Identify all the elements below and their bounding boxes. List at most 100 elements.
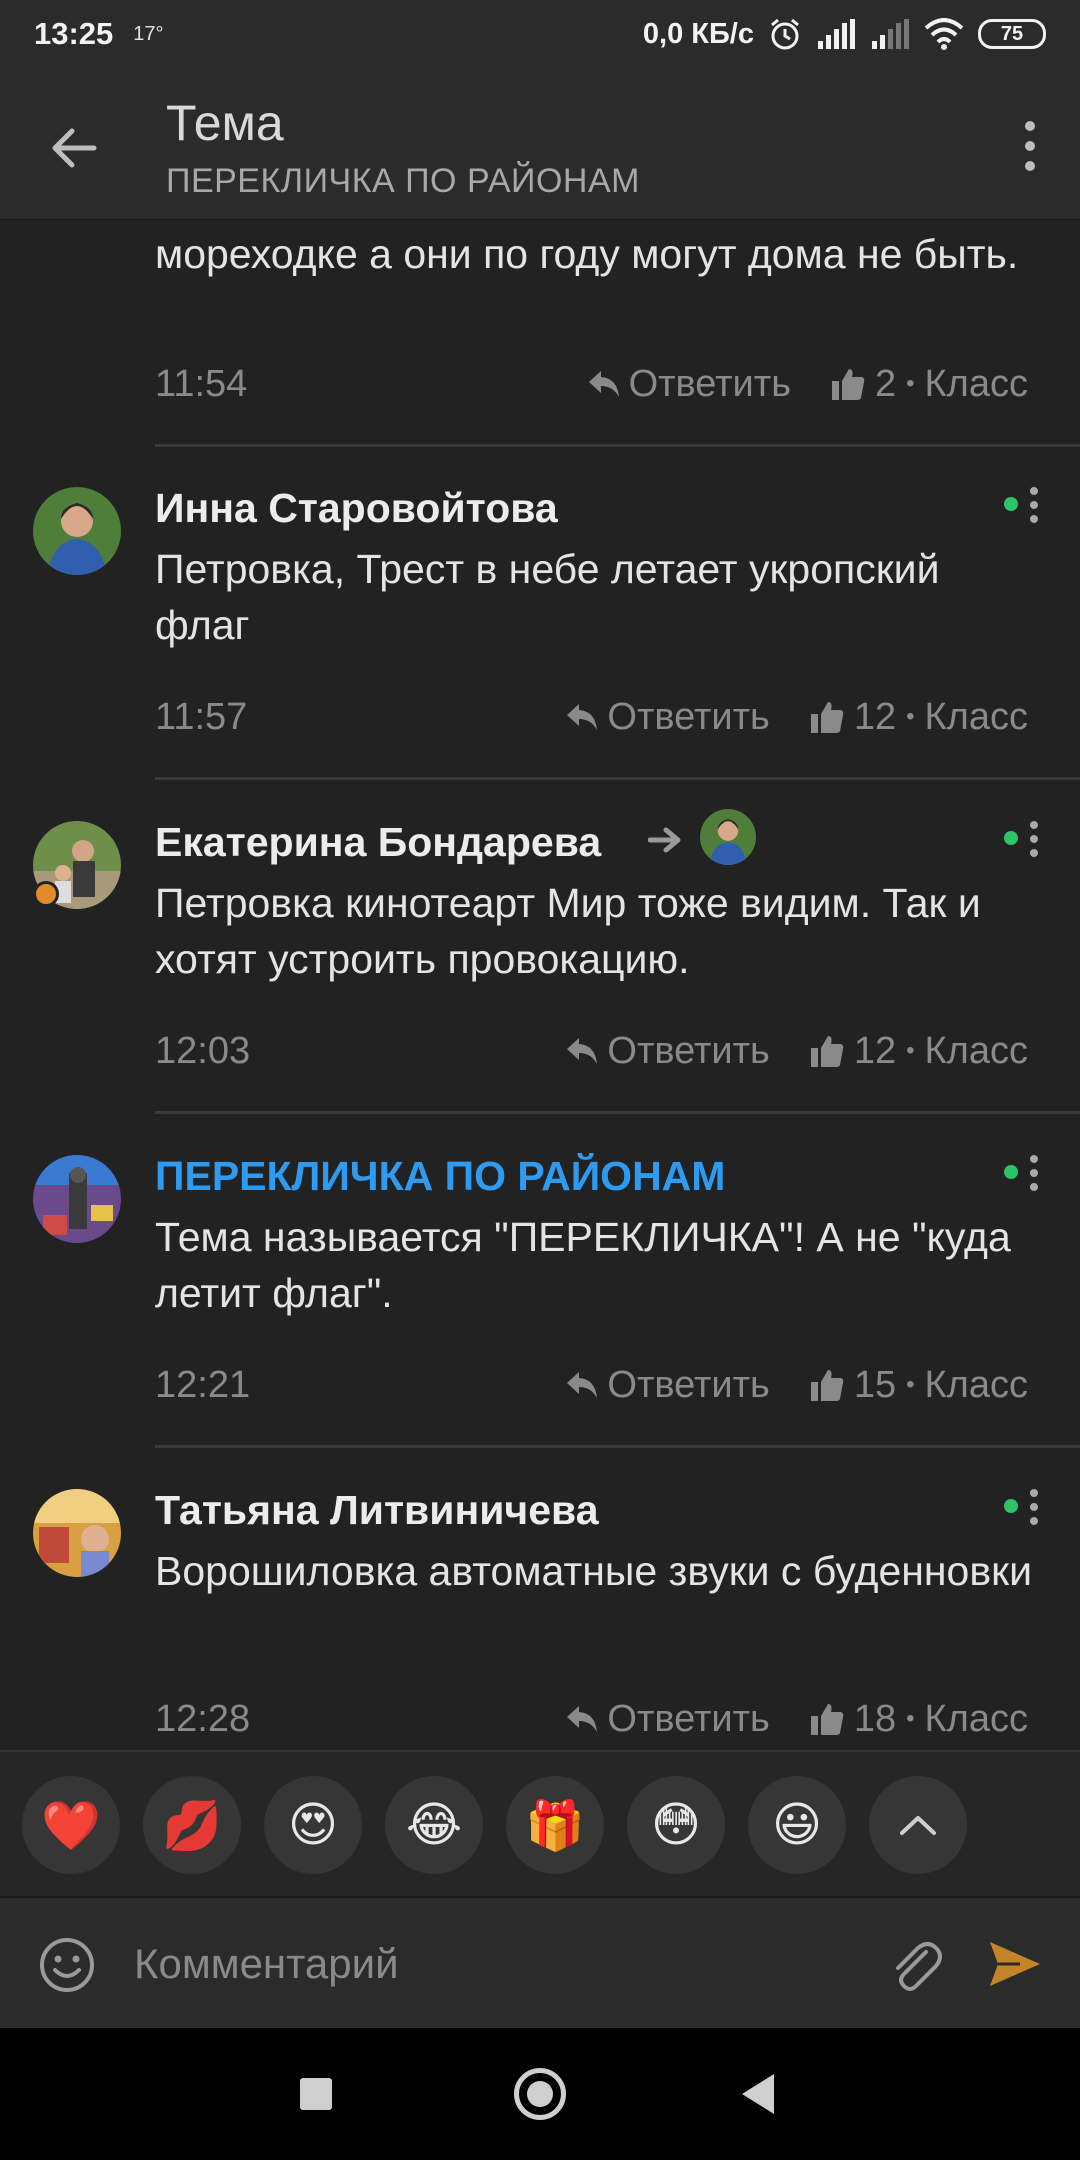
reply-button[interactable]: Ответить [565,696,770,739]
signal-icon [818,19,855,49]
back-arrow-icon[interactable] [44,118,104,178]
comment-text: Петровка кинотеарт Мир тоже видим. Так и… [155,880,981,982]
comment-more-icon[interactable] [1028,1153,1040,1193]
status-right: 0,0 КБ/с 75 [643,17,1046,51]
like-button[interactable]: 12 • Класс [810,1030,1028,1073]
system-nav-bar [0,2028,1080,2160]
online-indicator [1004,831,1018,845]
comment-meta: 12:28 Ответить 18 • Класс [155,1697,1028,1741]
comment-author[interactable]: Екатерина Бондарева [155,819,601,866]
thumbs-up-icon [832,369,865,400]
like-count: 12 [853,695,897,738]
app-bar: Тема ПЕРЕКЛИЧКА ПО РАЙОНАМ [0,68,1080,220]
like-count: 18 [853,1697,897,1740]
reply-label: Ответить [607,1697,770,1740]
comment-divider [155,1445,1080,1448]
comment-divider [155,777,1080,780]
reaction-heart-eyes[interactable]: 😍 [264,1776,362,1874]
comment-author[interactable]: ПЕРЕКЛИЧКА ПО РАЙОНАМ [155,1153,725,1200]
thumbs-up-icon [810,702,844,733]
comment-item: Инна Старовойтова Петровка, Трест в небе… [0,455,1080,789]
status-bar: 13:25 17° 0,0 КБ/с 75 [0,0,1080,68]
reaction-kiss[interactable]: 💋 [143,1776,241,1874]
comment-more-icon[interactable] [1028,1487,1040,1527]
like-label: Класс [924,1697,1028,1740]
avatar[interactable] [33,1155,121,1243]
comment-meta: 11:57 Ответить 12 • Класс [155,695,1028,739]
separator: • [906,1705,915,1732]
comment-item: Екатерина Бондарева Петровка кинотеарт М… [0,789,1080,1123]
comment-item: Татьяна Литвиничева Ворошиловка автоматн… [0,1457,1080,1750]
comment-meta: 12:21 Ответить 15 • Класс [155,1363,1028,1407]
avatar[interactable] [33,1489,121,1577]
comment-input[interactable] [134,1928,854,2000]
comment-time: 12:03 [155,1029,251,1072]
comment-text: Петровка, Трест в небе летает укропский … [155,546,940,648]
reply-icon [567,704,598,730]
reply-button[interactable]: Ответить [587,363,791,406]
send-icon[interactable] [984,1934,1044,1994]
reply-label: Ответить [607,1363,770,1406]
reply-icon [567,1372,598,1398]
comment-author[interactable]: Инна Старовойтова [155,485,558,532]
reaction-flushed[interactable]: 😳 [627,1776,725,1874]
reaction-gift[interactable]: 🎁 [506,1776,604,1874]
reaction-smile[interactable]: 😃 [748,1776,846,1874]
avatar-badge [33,881,59,907]
like-count: 12 [853,1029,897,1072]
reply-icon [588,371,619,397]
reaction-heart[interactable]: ❤️ [22,1776,120,1874]
comment-more-icon[interactable] [1028,819,1040,859]
network-speed: 0,0 КБ/с [642,17,754,50]
like-label: Класс [924,1363,1028,1406]
comment-time: 11:54 [155,362,248,405]
home-button[interactable] [514,2068,566,2120]
wifi-icon [924,18,964,50]
like-count: 2 [875,362,897,405]
comment-author[interactable]: Татьяна Литвиничева [155,1487,599,1534]
comments-feed[interactable]: мореходке а они по году могут дома не бы… [0,220,1080,1750]
online-indicator [1004,497,1018,511]
status-time: 13:25 [34,16,114,51]
like-button[interactable]: 15 • Класс [810,1364,1028,1407]
comment-meta: 11:54 Ответить 2 • Класс [155,362,1028,406]
comment-item: мореходке а они по году могут дома не бы… [0,220,1080,455]
comment-text: Ворошиловка автоматные звуки с буденновк… [155,1548,1032,1594]
online-indicator [1004,1165,1018,1179]
reply-label: Ответить [607,1029,770,1072]
page-title: Тема [166,95,284,151]
page-subtitle[interactable]: ПЕРЕКЛИЧКА ПО РАЙОНАМ [166,162,640,201]
chevron-up-icon [900,1816,936,1835]
separator: • [906,1037,915,1064]
like-label: Класс [924,362,1028,405]
back-button[interactable] [742,2074,774,2114]
comment-more-icon[interactable] [1028,485,1040,525]
comment-time: 11:57 [155,695,248,738]
expand-reactions-button[interactable] [869,1776,967,1874]
avatar[interactable] [33,487,121,575]
comment-text: Тема называется "ПЕРЕКЛИЧКА"! А не "куда… [155,1214,1011,1316]
comment-divider [155,444,1080,447]
reply-to-arrow-icon [648,827,681,853]
comment-time: 12:21 [155,1363,251,1406]
reply-button[interactable]: Ответить [565,1363,770,1407]
like-button[interactable]: 12 • Класс [810,696,1028,739]
comment-divider [155,1111,1080,1114]
separator: • [906,1371,915,1398]
emoji-smile-icon[interactable] [38,1936,96,1994]
reply-button[interactable]: Ответить [565,1697,770,1741]
overflow-menu-icon[interactable] [1020,116,1040,176]
separator: • [906,370,915,397]
thumbs-up-icon [810,1036,844,1067]
thumbs-up-icon [810,1370,844,1401]
reply-label: Ответить [628,362,791,405]
attach-clip-icon[interactable] [886,1934,944,1994]
recents-button[interactable] [300,2078,332,2110]
like-button[interactable]: 18 • Класс [810,1698,1028,1741]
reply-button[interactable]: Ответить [565,1029,770,1073]
reaction-laugh[interactable]: 😂 [385,1776,483,1874]
signal-icon-2 [872,19,909,49]
reply-to-avatar[interactable] [700,809,756,865]
reply-icon [567,1038,598,1064]
like-button[interactable]: 2 • Класс [831,363,1028,406]
